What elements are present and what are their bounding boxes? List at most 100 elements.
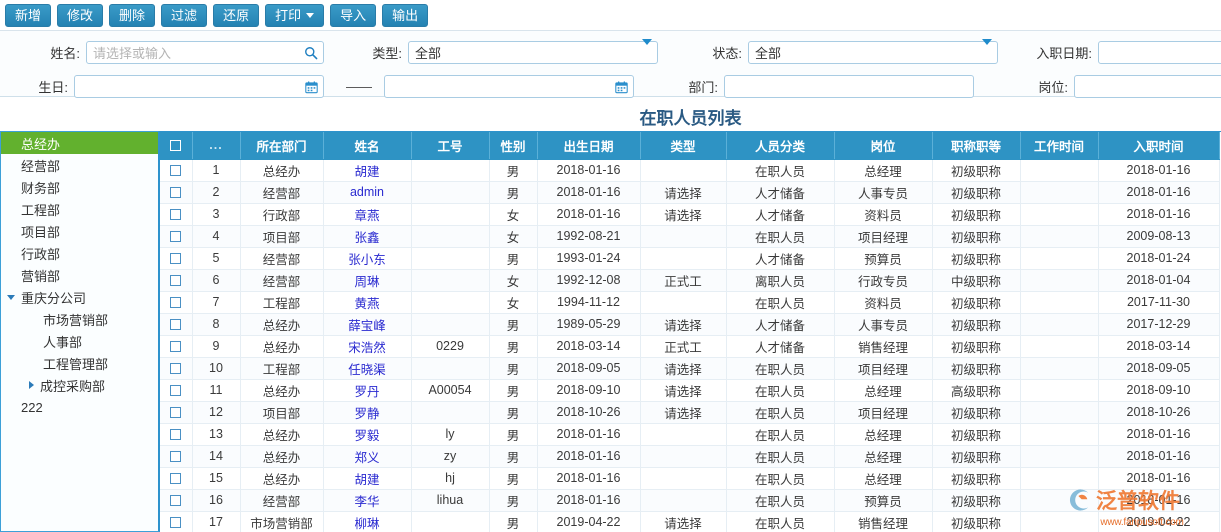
row-checkbox[interactable]: [170, 209, 182, 221]
select-all-checkbox[interactable]: [170, 140, 182, 152]
tree-node[interactable]: 市场营销部: [1, 308, 158, 330]
hiredate-input[interactable]: [1098, 41, 1221, 64]
cell-name[interactable]: 薛宝峰: [323, 313, 412, 336]
grid-header-index[interactable]: ...: [192, 132, 241, 160]
grid-header-title[interactable]: 职称职等: [932, 132, 1021, 160]
cell-name[interactable]: 张鑫: [323, 225, 412, 248]
row-checkbox[interactable]: [170, 231, 182, 243]
table-row[interactable]: 7 工程部 黄燕 女 1994-11-12 在职人员 资料员 初级职称 2017-11-30: [160, 291, 1220, 314]
grid-header-dept[interactable]: 所在部门: [240, 132, 324, 160]
delete-button[interactable]: 删除: [109, 3, 156, 27]
cell-name[interactable]: 罗丹: [323, 379, 412, 402]
export-button[interactable]: 输出: [382, 3, 429, 27]
print-button[interactable]: 打印: [265, 3, 325, 27]
add-button[interactable]: 新增: [5, 3, 52, 27]
filter-button[interactable]: 过滤: [161, 3, 208, 27]
row-checkbox[interactable]: [170, 407, 182, 419]
edit-button[interactable]: 修改: [57, 3, 104, 27]
table-row[interactable]: 3 行政部 章燕女 2018-01-16 请选择 人才储备 资料员 初级职称 2018-01-1…: [160, 203, 1220, 226]
row-checkbox[interactable]: [170, 341, 182, 353]
cell-name[interactable]: 罗静: [323, 401, 412, 424]
row-checkbox[interactable]: [170, 363, 182, 375]
cell-name[interactable]: 周琳: [323, 269, 412, 292]
chevron-right-icon[interactable]: [29, 381, 34, 389]
birthday-to-input[interactable]: [384, 75, 634, 98]
type-select[interactable]: 全部: [408, 38, 658, 64]
grid-header-gender[interactable]: 性别: [489, 132, 538, 160]
grid-header-category[interactable]: 人员分类: [726, 132, 835, 160]
row-checkbox[interactable]: [170, 385, 182, 397]
cell-name[interactable]: 任晓渠: [323, 357, 412, 380]
row-checkbox[interactable]: [170, 495, 182, 507]
cell-name[interactable]: 郑义: [323, 445, 412, 468]
tree-node[interactable]: 重庆分公司: [1, 286, 158, 308]
table-row[interactable]: 8 总经办 薛宝峰 男 1989-05-29 请选择 人才储备 人事专员 初级职称 2017-12…: [160, 313, 1220, 336]
grid-header-birth[interactable]: 出生日期: [537, 132, 641, 160]
birthday-from-input[interactable]: [74, 75, 324, 98]
position-input[interactable]: [1074, 75, 1221, 98]
calendar-icon[interactable]: [615, 80, 628, 93]
cell-name[interactable]: 柳琳: [323, 511, 412, 532]
tree-node[interactable]: 经营部: [1, 154, 158, 176]
table-row[interactable]: 12 项目部 罗静男 2018-10-26 请选择 在职人员 项目经理 初级职称 2018-10…: [160, 401, 1220, 424]
tree-node[interactable]: 财务部: [1, 176, 158, 198]
grid-header-code[interactable]: 工号: [411, 132, 490, 160]
table-row[interactable]: 9 总经办 宋浩然 0229 男 2018-03-14 正式工 人才储备 销售经理 初级职称 201…: [160, 335, 1220, 358]
cell-name[interactable]: 罗毅: [323, 423, 412, 446]
department-input[interactable]: [724, 75, 974, 98]
tree-node[interactable]: 人事部: [1, 330, 158, 352]
cell-name[interactable]: 胡建: [323, 159, 412, 182]
table-row[interactable]: 5 经营部 张小东 男 1993-01-24 人才储备 预算员 初级职称 2018-01-24: [160, 247, 1220, 270]
row-checkbox[interactable]: [170, 275, 182, 287]
cell-name[interactable]: admin: [323, 181, 412, 204]
cell-name[interactable]: 章燕: [323, 203, 412, 226]
table-row[interactable]: 6 经营部 周琳 女 1992-12-08 正式工 离职人员 行政专员 中级职称 2018-01-…: [160, 269, 1220, 292]
row-checkbox[interactable]: [170, 319, 182, 331]
grid-header-hiretime[interactable]: 入职时间: [1098, 132, 1220, 160]
table-row[interactable]: 10 工程部 任晓渠男 2018-09-05 请选择 在职人员 项目经理 初级职称 2018-0…: [160, 357, 1220, 380]
grid-header-worktime[interactable]: 工作时间: [1020, 132, 1099, 160]
row-checkbox[interactable]: [170, 473, 182, 485]
table-row[interactable]: 11 总经办 罗丹 A00054 男 2018-09-10 请选择 在职人员 总经理 高级职称 20…: [160, 379, 1220, 402]
row-checkbox[interactable]: [170, 429, 182, 441]
tree-node[interactable]: 项目部: [1, 220, 158, 242]
row-checkbox[interactable]: [170, 187, 182, 199]
calendar-icon[interactable]: [305, 80, 318, 93]
table-row[interactable]: 15 总经办 胡建 hj 男 2018-01-16 在职人员 总经理 初级职称 2018-01-1…: [160, 467, 1220, 490]
restore-button[interactable]: 还原: [213, 3, 260, 27]
table-row[interactable]: 14 总经办 郑义 zy 男 2018-01-16 在职人员 总经理 初级职称 2018-01-1…: [160, 445, 1220, 468]
row-checkbox[interactable]: [170, 297, 182, 309]
grid-header-type[interactable]: 类型: [640, 132, 727, 160]
search-icon[interactable]: [304, 46, 318, 60]
tree-node[interactable]: 总经办: [1, 132, 158, 154]
name-input[interactable]: 请选择或输入: [86, 41, 324, 64]
tree-node[interactable]: 营销部: [1, 264, 158, 286]
table-row[interactable]: 4 项目部 张鑫 女 1992-08-21 在职人员 项目经理 初级职称 2009-08-13: [160, 225, 1220, 248]
row-checkbox[interactable]: [170, 451, 182, 463]
chevron-down-icon[interactable]: [306, 12, 315, 18]
table-row[interactable]: 16 经营部 李华 lihua 男 2018-01-16 在职人员 预算员 初级职称 2018-0…: [160, 489, 1220, 512]
table-row[interactable]: 13 总经办 罗毅 ly 男 2018-01-16 在职人员 总经理 初级职称 2018-01-1…: [160, 423, 1220, 446]
import-button[interactable]: 导入: [330, 3, 377, 27]
cell-name[interactable]: 张小东: [323, 247, 412, 270]
cell-name[interactable]: 李华: [323, 489, 412, 512]
table-row[interactable]: 2 经营部 admin 男 2018-01-16 请选择 人才储备 人事专员 初级职称 2018-…: [160, 181, 1220, 204]
row-checkbox[interactable]: [170, 253, 182, 265]
table-row[interactable]: 17 市场营销部 柳琳男 2019-04-22 请选择 在职人员 销售经理 初级职称 2019-…: [160, 511, 1220, 532]
cell-name[interactable]: 黄燕: [323, 291, 412, 314]
row-checkbox[interactable]: [170, 165, 182, 177]
row-checkbox[interactable]: [170, 517, 182, 529]
grid-header-name[interactable]: 姓名: [323, 132, 412, 160]
status-select[interactable]: 全部: [748, 38, 998, 64]
grid-header-check[interactable]: [160, 132, 193, 160]
tree-node[interactable]: 工程部: [1, 198, 158, 220]
cell-name[interactable]: 胡建: [323, 467, 412, 490]
tree-node[interactable]: 行政部: [1, 242, 158, 264]
cell-name[interactable]: 宋浩然: [323, 335, 412, 358]
tree-node[interactable]: 222: [1, 396, 158, 418]
tree-node[interactable]: 成控采购部: [1, 374, 158, 396]
table-row[interactable]: 1 总经办 胡建男 2018-01-16 在职人员 总经理 初级职称 2018-01-16: [160, 159, 1220, 182]
chevron-down-icon[interactable]: [7, 294, 15, 300]
tree-node[interactable]: 工程管理部: [1, 352, 158, 374]
grid-header-post[interactable]: 岗位: [834, 132, 933, 160]
